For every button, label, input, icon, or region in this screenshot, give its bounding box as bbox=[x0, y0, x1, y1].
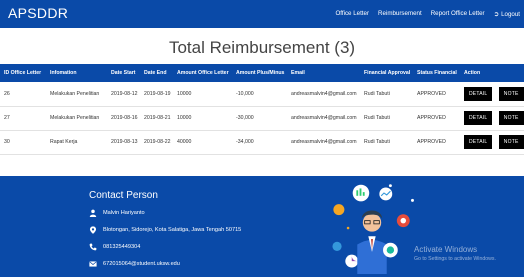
table-row: 27 Melakukan Penelitian 2019-08-16 2019-… bbox=[0, 106, 524, 130]
cell-information: Melakukan Penelitian bbox=[50, 90, 100, 97]
table-row: 30 Rapat Kerja 2019-08-13 2019-08-22 400… bbox=[0, 130, 524, 154]
col-id-office-letter: ID Office Letter bbox=[4, 70, 42, 76]
nav-reimbursement[interactable]: Reimbursement bbox=[378, 10, 422, 18]
cell-status: APPROVED bbox=[417, 90, 446, 97]
cell-id: 30 bbox=[4, 139, 10, 145]
col-date-end: Date End bbox=[144, 70, 167, 76]
cell-email: andreasmalvin4@gmail.com bbox=[291, 90, 357, 97]
main-nav: Office Letter Reimbursement Report Offic… bbox=[335, 10, 520, 18]
page-title: Total Reimbursement (3) bbox=[168, 38, 356, 57]
cell-information: Melakukan Penelitian bbox=[50, 115, 100, 121]
cell-approval: Rudi Tabuti bbox=[364, 115, 390, 121]
cell-date-end: 2019-08-22 bbox=[144, 139, 171, 145]
cell-id: 26 bbox=[4, 90, 10, 97]
cell-status: APPROVED bbox=[417, 115, 446, 121]
contact-email: 672015064@student.uksw.edu bbox=[103, 261, 180, 267]
contact-name-row: Malvin Hariyanto bbox=[89, 209, 145, 217]
cell-plus-minus: -30,000 bbox=[236, 115, 254, 121]
activate-windows-title: Activate Windows bbox=[414, 245, 478, 254]
col-status-financial: Status Financial bbox=[417, 70, 457, 76]
cell-plus-minus: -34,000 bbox=[236, 139, 254, 145]
detail-button[interactable]: DETAIL bbox=[464, 111, 493, 125]
cell-action: DETAIL NOTE bbox=[460, 130, 524, 154]
detail-button[interactable]: DETAIL bbox=[464, 135, 493, 149]
note-button[interactable]: NOTE bbox=[498, 135, 524, 149]
cell-date-end: 2019-08-21 bbox=[144, 115, 171, 121]
contact-name: Malvin Hariyanto bbox=[103, 210, 145, 216]
nav-logout-label: Logout bbox=[501, 10, 520, 18]
contact-phone: 081325449304 bbox=[103, 244, 141, 250]
activate-windows-watermark: Activate Windows Go to Settings to activ… bbox=[414, 245, 496, 262]
col-date-start: Date Start bbox=[111, 70, 136, 76]
table-header-row: ID Office Letter Infomation Date Start D… bbox=[0, 64, 524, 82]
cell-email: andreasmalvin4@gmail.com bbox=[291, 115, 357, 121]
contact-title: Contact Person bbox=[89, 190, 158, 201]
analytics-illustration bbox=[332, 184, 414, 274]
activate-windows-subtitle: Go to Settings to activate Windows. bbox=[414, 256, 496, 262]
cell-date-start: 2019-08-12 bbox=[111, 90, 138, 97]
cell-amount: 40000 bbox=[177, 139, 192, 145]
cell-plus-minus: -10,000 bbox=[236, 90, 254, 97]
detail-button[interactable]: DETAIL bbox=[464, 86, 493, 101]
contact-address-row: Blotongan, Sidorejo, Kota Salatiga, Jawa… bbox=[89, 226, 241, 234]
nav-logout[interactable]: ➲ Logout bbox=[493, 10, 520, 19]
brand-logo[interactable]: APSDDR bbox=[8, 5, 68, 21]
cell-approval: Rudi Tabuti bbox=[364, 139, 390, 145]
cell-approval: Rudi Tabuti bbox=[364, 90, 390, 97]
cell-action: DETAIL NOTE bbox=[460, 82, 524, 106]
contact-address: Blotongan, Sidorejo, Kota Salatiga, Jawa… bbox=[103, 227, 242, 233]
contact-email-row: 672015064@student.uksw.edu bbox=[89, 260, 180, 268]
nav-report-office-letter[interactable]: Report Office Letter bbox=[431, 10, 485, 18]
footer: Contact Person Malvin Hariyanto Blotonga… bbox=[0, 176, 524, 277]
cell-action: DETAIL NOTE bbox=[460, 106, 524, 130]
cell-date-start: 2019-08-13 bbox=[111, 139, 138, 145]
cell-date-end: 2019-08-19 bbox=[144, 90, 171, 97]
cell-id: 27 bbox=[4, 115, 10, 121]
contact-phone-row: 081325449304 bbox=[89, 243, 140, 251]
cell-date-start: 2019-08-16 bbox=[111, 115, 138, 121]
note-button[interactable]: NOTE bbox=[498, 86, 524, 101]
cell-email: andreasmalvin4@gmail.com bbox=[291, 139, 357, 145]
col-amount-plus-minus: Amount Plus/Minus bbox=[236, 70, 285, 76]
cell-amount: 10000 bbox=[177, 90, 192, 97]
top-navbar: APSDDR Office Letter Reimbursement Repor… bbox=[0, 0, 524, 28]
mail-icon bbox=[89, 261, 97, 267]
location-pin-icon bbox=[89, 226, 97, 234]
table-row: 26 Melakukan Penelitian 2019-08-12 2019-… bbox=[0, 82, 524, 106]
cell-status: APPROVED bbox=[417, 139, 446, 145]
phone-icon bbox=[89, 243, 97, 251]
col-action: Action bbox=[464, 70, 481, 76]
col-financial-approval: Financial Approval bbox=[364, 70, 411, 76]
note-button[interactable]: NOTE bbox=[498, 111, 524, 125]
col-information: Infomation bbox=[50, 70, 77, 76]
logout-icon: ➲ bbox=[493, 11, 500, 18]
col-amount-office-letter: Amount Office Letter bbox=[177, 70, 229, 76]
person-icon bbox=[89, 209, 97, 217]
cell-amount: 10000 bbox=[177, 115, 192, 121]
cell-information: Rapat Kerja bbox=[50, 139, 78, 145]
nav-office-letter[interactable]: Office Letter bbox=[335, 10, 369, 18]
col-email: Email bbox=[291, 70, 305, 76]
reimbursement-table: ID Office Letter Infomation Date Start D… bbox=[0, 64, 524, 155]
